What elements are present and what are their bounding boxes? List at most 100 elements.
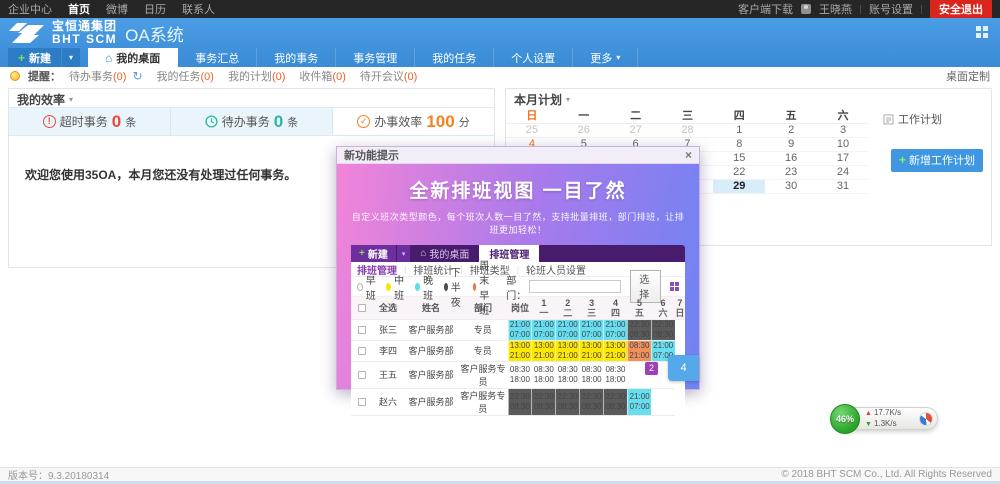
calendar-day[interactable]: 30 xyxy=(765,179,818,194)
shift-cell[interactable]: 13:00 21:00 xyxy=(555,340,580,362)
checkbox-icon[interactable] xyxy=(357,304,366,313)
calendar-day[interactable]: 17 xyxy=(817,151,869,166)
close-icon[interactable]: × xyxy=(685,149,692,161)
tab-5[interactable]: 个人设置 xyxy=(494,48,574,67)
efficiency-panel-title[interactable]: 我的效率 ▾ xyxy=(9,89,494,107)
row-checkbox-cell[interactable] xyxy=(351,319,372,341)
checkbox-icon[interactable] xyxy=(357,398,366,407)
reminder-item-2[interactable]: 我的计划(0) xyxy=(228,68,285,84)
calendar-day[interactable]: 26 xyxy=(557,123,610,138)
shift-cell[interactable]: 08:30 18:00 xyxy=(555,361,580,389)
stat-1[interactable]: 待办事务 0 条 xyxy=(171,108,333,135)
shift-cell[interactable]: 13:00 21:00 xyxy=(531,340,556,362)
calendar-day[interactable]: 3 xyxy=(817,123,869,138)
top-link-1[interactable]: 首页 xyxy=(68,1,90,17)
plus-icon: + xyxy=(898,153,906,167)
shift-cell[interactable]: 08:30 18:00 xyxy=(603,361,628,389)
stat-0[interactable]: ! 超时事务 0 条 xyxy=(9,108,171,135)
shift-cell[interactable]: 21:00 07:00 xyxy=(626,388,652,416)
shift-cell[interactable]: 13:00 21:00 xyxy=(603,340,628,362)
shift-cell[interactable]: 08:30 18:00 xyxy=(579,361,604,389)
shift-cell[interactable]: 22:30 08:30 xyxy=(650,319,675,341)
checkbox-icon[interactable] xyxy=(357,326,366,335)
calendar-day[interactable]: 15 xyxy=(713,151,766,166)
tab-1[interactable]: 事务汇总 xyxy=(178,48,258,67)
calendar-day[interactable]: 31 xyxy=(817,179,869,194)
calendar-day[interactable]: 29 xyxy=(713,179,766,194)
reminder-item-4[interactable]: 待开会议(0) xyxy=(360,68,417,84)
top-link-0[interactable]: 企业中心 xyxy=(8,1,52,17)
shift-cell[interactable]: 21:00 07:00 xyxy=(579,319,604,341)
checkbox-icon[interactable] xyxy=(357,347,366,356)
row-checkbox-cell[interactable] xyxy=(351,361,372,389)
shift-cell[interactable]: 08:30 21:00 xyxy=(626,340,652,362)
shift-cell[interactable]: 21:00 07:00 xyxy=(603,319,628,341)
day-number: 4 xyxy=(613,297,619,308)
grid-view-icon[interactable] xyxy=(670,282,679,291)
calendar-day[interactable]: 23 xyxy=(765,165,818,180)
checkbox-icon[interactable] xyxy=(357,371,366,380)
calendar-day[interactable]: 1 xyxy=(713,123,766,138)
shift-cell[interactable]: 13:00 21:00 xyxy=(507,340,532,362)
next-slide-button[interactable]: 4 xyxy=(668,355,699,381)
tab-0[interactable]: ⌂ 我的桌面 xyxy=(88,48,179,67)
usage-percent-ball[interactable]: 46% xyxy=(830,404,860,434)
stat-2[interactable]: ✓ 办事效率 100 分 xyxy=(333,108,494,135)
shift-start: 21:00 xyxy=(533,319,554,329)
calendar-day[interactable]: 25 xyxy=(506,123,558,138)
shift-cell[interactable]: 22:30 08:30 xyxy=(555,388,580,416)
mock-menu-item-3[interactable]: 轮班人员设置 xyxy=(526,262,586,277)
tab-6[interactable]: 更多 ▾ xyxy=(573,48,639,67)
shift-cell[interactable]: 21:00 07:00 xyxy=(555,319,580,341)
shift-cell[interactable]: 22:30 08:30 xyxy=(626,319,652,341)
row-checkbox-cell[interactable] xyxy=(351,340,372,362)
shift-cell[interactable]: 08:30 18:00 xyxy=(531,361,556,389)
top-link-2[interactable]: 微博 xyxy=(106,1,128,17)
add-work-plan-button[interactable]: + 新增工作计划 xyxy=(890,149,983,172)
calendar-day[interactable]: 16 xyxy=(765,151,818,166)
desktop-customize-link[interactable]: 桌面定制 xyxy=(946,68,990,84)
network-speed-widget[interactable]: 46% ▲ 17.7K/s ▼ 1.3K/s xyxy=(830,404,938,434)
reminder-count: (0) xyxy=(271,71,286,83)
shift-cell[interactable]: 22:30 08:30 xyxy=(579,388,604,416)
shift-cell[interactable]: 08:30 18:00 xyxy=(508,361,532,389)
calendar-day[interactable]: 10 xyxy=(817,137,869,152)
calendar-day[interactable]: 22 xyxy=(713,165,766,180)
shift-cell[interactable]: 22:30 08:30 xyxy=(507,388,532,416)
row-checkbox-cell[interactable] xyxy=(351,388,372,416)
account-settings-link[interactable]: 账号设置 xyxy=(869,1,913,17)
new-button[interactable]: + 新建 xyxy=(8,48,62,67)
username[interactable]: 王晓燕 xyxy=(819,1,852,17)
security-app-icon[interactable] xyxy=(919,411,933,426)
tab-2[interactable]: 我的事务 xyxy=(257,48,337,67)
reminder-item-3[interactable]: 收件箱(0) xyxy=(299,68,345,84)
shift-cell[interactable] xyxy=(651,388,675,416)
month-plan-title[interactable]: 本月计划 ▾ xyxy=(506,89,991,107)
calendar-day[interactable]: 27 xyxy=(609,123,662,138)
new-menu-caret[interactable]: ▾ xyxy=(62,48,81,67)
calendar-day[interactable]: 8 xyxy=(713,137,766,152)
shift-cell[interactable]: 22:30 08:30 xyxy=(531,388,556,416)
apps-icon[interactable] xyxy=(976,26,988,38)
modal-body[interactable]: 全新排班视图 一目了然 自定义班次类型颜色，每个班次人数一目了然，支持批量排班，… xyxy=(337,164,699,416)
client-download-link[interactable]: 客户端下载 xyxy=(738,1,793,17)
shift-cell[interactable]: 22:30 08:30 xyxy=(603,388,628,416)
reminder-item-0[interactable]: 待办事务(0) xyxy=(69,68,126,84)
calendar-day[interactable]: 9 xyxy=(765,137,818,152)
shift-cell[interactable]: 21:00 07:00 xyxy=(507,319,532,341)
select-button[interactable]: 选择 xyxy=(630,270,661,303)
refresh-icon[interactable]: ↻ xyxy=(132,69,142,83)
department-input[interactable] xyxy=(529,280,622,293)
tab-4[interactable]: 我的任务 xyxy=(415,48,495,67)
top-link-3[interactable]: 日历 xyxy=(144,1,166,17)
slide-number-badge[interactable]: 2 xyxy=(645,362,658,375)
top-link-4[interactable]: 联系人 xyxy=(182,1,215,17)
calendar-day[interactable]: 24 xyxy=(817,165,869,180)
logout-button[interactable]: 安全退出 xyxy=(930,0,992,19)
tab-3[interactable]: 事务管理 xyxy=(336,48,416,67)
calendar-day[interactable]: 2 xyxy=(765,123,818,138)
calendar-day[interactable]: 28 xyxy=(661,123,714,138)
reminder-item-1[interactable]: 我的任务(0) xyxy=(157,68,214,84)
shift-cell[interactable]: 21:00 07:00 xyxy=(531,319,556,341)
shift-cell[interactable]: 13:00 21:00 xyxy=(579,340,604,362)
